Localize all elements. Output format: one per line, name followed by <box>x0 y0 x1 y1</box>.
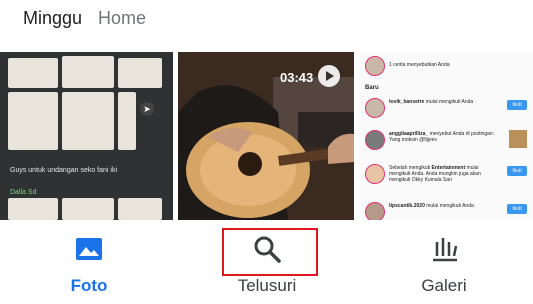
location-label: Home <box>98 8 147 28</box>
invitation-card <box>8 198 58 220</box>
invitation-card <box>62 92 114 150</box>
notification-text: tipscantik.2020 mulai mengikuti Anda <box>389 203 474 209</box>
play-icon[interactable] <box>318 65 340 87</box>
avatar <box>365 164 385 184</box>
avatar <box>365 98 385 118</box>
follow-button[interactable]: Ikuti <box>507 204 527 214</box>
invitation-card <box>62 198 114 220</box>
video-duration: 03:43 <box>280 70 314 85</box>
notification-text: Sebelah mengikuti Entertainment mulai me… <box>389 165 481 183</box>
avatar <box>365 130 385 150</box>
photo-thumbnail-1[interactable]: ➤ Guys untuk undangan seko fani iki Dall… <box>0 52 173 220</box>
invitation-card <box>118 58 162 88</box>
tab-label: Galeri <box>421 276 467 295</box>
invitation-card <box>8 58 58 88</box>
post-thumbnail <box>509 130 527 148</box>
avatar <box>365 56 385 76</box>
notification-row: 1 cerita menyebutkan Anda <box>365 56 529 84</box>
chat-caption: Guys untuk undangan seko fani iki <box>10 167 118 174</box>
notification-row: tipscantik.2020 mulai mengikuti Anda Iku… <box>365 202 529 220</box>
follow-button[interactable]: Ikuti <box>507 166 527 176</box>
tab-library[interactable]: Galeri <box>355 220 533 304</box>
photo-icon <box>76 238 102 260</box>
video-thumbnail[interactable]: 03:43 <box>178 52 354 220</box>
notification-text: anggitaaprilliza_ menyebut Anda di posti… <box>389 131 495 143</box>
invitation-card <box>8 92 58 150</box>
notification-row: anggitaaprilliza_ menyebut Anda di posti… <box>365 130 529 158</box>
avatar <box>365 202 385 220</box>
library-icon <box>433 238 458 262</box>
tab-label: Telusuri <box>237 276 297 295</box>
notification-text: 1 cerita menyebutkan Anda <box>389 62 450 68</box>
photo-grid: ➤ Guys untuk undangan seko fani iki Dall… <box>0 52 533 220</box>
follow-button[interactable]: Ikuti <box>507 100 527 110</box>
notification-text: tovik_bansetre mulai mengikuti Anda <box>389 99 474 105</box>
invitation-card <box>118 92 136 150</box>
invitation-card <box>62 56 114 88</box>
tab-photos[interactable]: Foto <box>0 220 178 304</box>
forward-icon: ➤ <box>140 102 154 116</box>
chat-link: Dalla Sd <box>10 189 37 196</box>
date-heading: Minggu <box>23 8 83 28</box>
notification-row: Sebelah mengikuti Entertainment mulai me… <box>365 164 529 192</box>
tab-label: Foto <box>70 276 108 295</box>
section-label: Baru <box>365 85 379 91</box>
invitation-card <box>118 198 162 220</box>
notification-row: tovik_bansetre mulai mengikuti Anda Ikut… <box>365 98 529 126</box>
highlight-box <box>222 228 318 276</box>
top-header: Minggu Home <box>0 0 533 52</box>
photo-thumbnail-3[interactable]: 1 cerita menyebutkan Anda Baru tovik_ban… <box>359 52 533 220</box>
